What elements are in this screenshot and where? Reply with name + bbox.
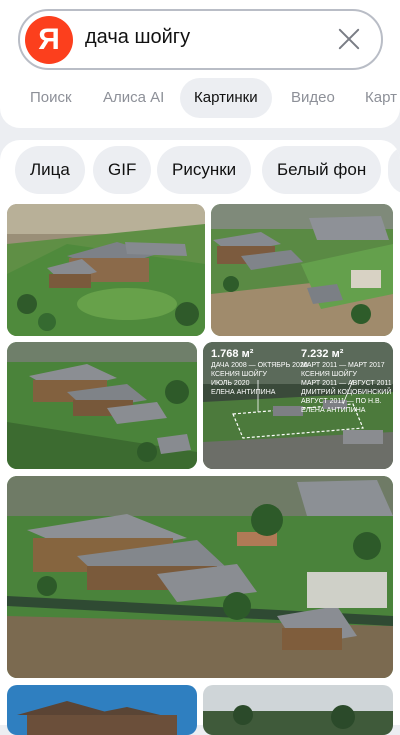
search-tabs: Поиск Алиса AI Картинки Видео Карт bbox=[0, 78, 400, 118]
chip-more[interactable] bbox=[388, 146, 400, 194]
image-result-4[interactable]: 1.768 м² ДАЧА 2008 — ОКТЯБРЬ 2020 КСЕНИЯ… bbox=[203, 342, 393, 469]
image-results-grid: 1.768 м² ДАЧА 2008 — ОКТЯБРЬ 2020 КСЕНИЯ… bbox=[0, 200, 400, 735]
landscape-photo bbox=[203, 685, 393, 735]
chip-drawings[interactable]: Рисунки bbox=[157, 146, 252, 194]
yandex-logo[interactable]: Я bbox=[25, 16, 73, 64]
chip-white-background[interactable]: Белый фон bbox=[262, 146, 382, 194]
filter-chips: Лица GIF Рисунки Белый фон bbox=[0, 140, 400, 200]
estate-aerial-photo bbox=[7, 204, 205, 336]
close-icon[interactable] bbox=[335, 25, 363, 53]
estate-aerial-photo bbox=[7, 342, 197, 469]
chip-gif[interactable]: GIF bbox=[93, 146, 152, 194]
image-result-7[interactable] bbox=[203, 685, 393, 735]
tab-maps[interactable]: Карт bbox=[365, 78, 397, 118]
image-result-5[interactable] bbox=[7, 476, 393, 678]
image-result-6[interactable] bbox=[7, 685, 197, 735]
tab-images[interactable]: Картинки bbox=[180, 78, 272, 118]
estate-aerial-photo bbox=[211, 204, 393, 336]
plot-info-left: 1.768 м² ДАЧА 2008 — ОКТЯБРЬ 2020 КСЕНИЯ… bbox=[211, 348, 308, 396]
tab-alice-ai[interactable]: Алиса AI bbox=[103, 78, 164, 118]
search-input[interactable]: дача шойгу bbox=[85, 26, 190, 49]
tab-search[interactable]: Поиск bbox=[30, 78, 72, 118]
estate-aerial-photo bbox=[7, 476, 393, 678]
image-result-1[interactable] bbox=[7, 204, 205, 336]
search-bar[interactable]: Я дача шойгу bbox=[18, 9, 383, 70]
plot-info-right: 7.232 м² МАРТ 2011 — МАРТ 2017 КСЕНИЯ ШО… bbox=[301, 348, 392, 414]
tab-video[interactable]: Видео bbox=[291, 78, 335, 118]
image-result-2[interactable] bbox=[211, 204, 393, 336]
image-result-3[interactable] bbox=[7, 342, 197, 469]
house-photo bbox=[7, 685, 197, 735]
chip-faces[interactable]: Лица bbox=[15, 146, 85, 194]
search-header: Я дача шойгу Поиск Алиса AI Картинки Вид… bbox=[0, 0, 400, 128]
